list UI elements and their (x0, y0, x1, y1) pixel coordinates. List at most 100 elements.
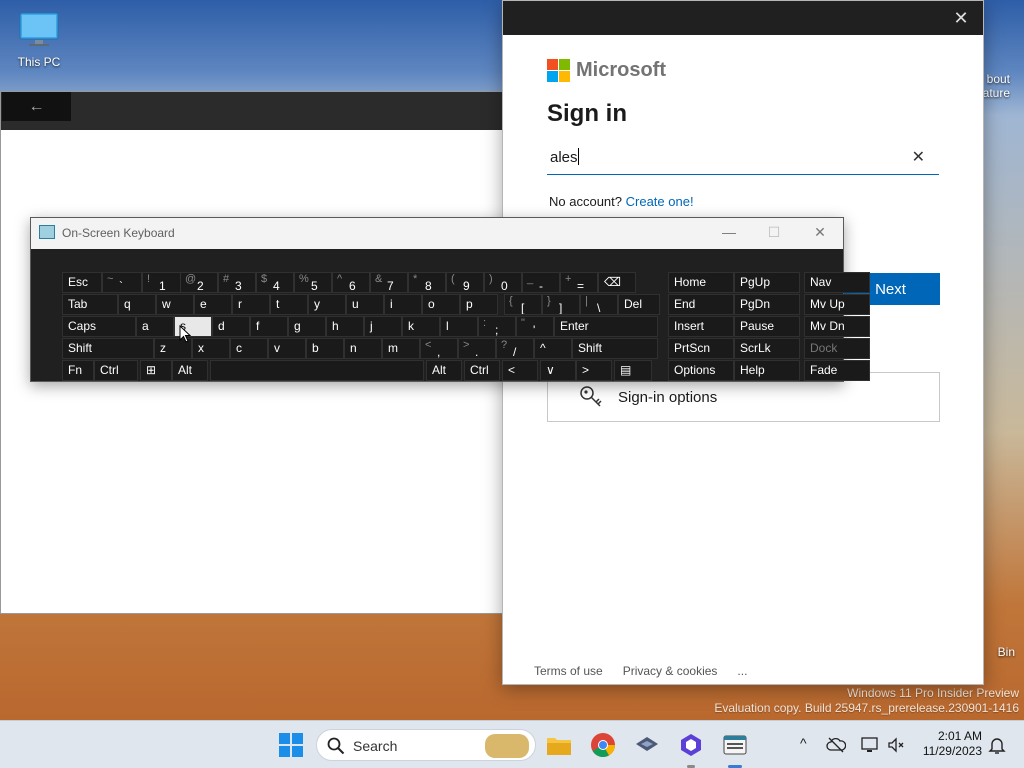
network-icon[interactable] (860, 735, 880, 755)
osk-key[interactable]: Options (668, 360, 734, 381)
osk-key[interactable]: Fn (62, 360, 94, 381)
osk-key[interactable]: PgUp (734, 272, 800, 293)
volume-muted-icon[interactable] (886, 735, 906, 755)
osk-key[interactable]: n (344, 338, 382, 359)
back-button[interactable]: ← (2, 92, 71, 121)
osk-key[interactable]: Del (618, 294, 660, 315)
osk-key[interactable]: >. (458, 338, 496, 359)
osk-key[interactable]: ⊞ (140, 360, 172, 381)
osk-key[interactable]: Shift (62, 338, 154, 359)
osk-key[interactable]: Pause (734, 316, 800, 337)
osk-key[interactable]: e (194, 294, 232, 315)
create-account-link[interactable]: Create one! (626, 194, 694, 209)
notification-bell-icon[interactable] (988, 735, 1006, 755)
osk-key[interactable]: x (192, 338, 230, 359)
osk-key[interactable]: Mv Dn (804, 316, 870, 337)
osk-key[interactable]: _ - (522, 272, 560, 293)
osk-key[interactable]: Dock (804, 338, 870, 359)
osk-key[interactable]: Nav (804, 272, 870, 293)
osk-key[interactable]: l (440, 316, 478, 337)
osk-key[interactable]: Ctrl (94, 360, 138, 381)
osk-key[interactable]: * 8 (408, 272, 446, 293)
osk-key[interactable]: o (422, 294, 460, 315)
osk-key[interactable]: @2 (180, 272, 218, 293)
osk-key[interactable]: c (230, 338, 268, 359)
osk-key[interactable]: Enter (554, 316, 658, 337)
osk-key[interactable]: i (384, 294, 422, 315)
osk-key[interactable]: % 5 (294, 272, 332, 293)
osk-key[interactable]: Home (668, 272, 734, 293)
osk-key[interactable]: + = (560, 272, 598, 293)
osk-key[interactable]: ~ ` (102, 272, 142, 293)
osk-key[interactable] (210, 360, 424, 381)
this-pc-desktop-icon[interactable]: This PC (7, 12, 71, 69)
osk-key[interactable]: }] (542, 294, 580, 315)
osk-key[interactable]: ^ (534, 338, 572, 359)
privacy-link[interactable]: Privacy & cookies (623, 664, 718, 678)
osk-key[interactable]: #3 (218, 272, 256, 293)
maximize-icon[interactable]: ☐ (764, 224, 784, 241)
taskbar-search-box[interactable]: Search (316, 729, 536, 761)
osk-key[interactable]: h (326, 316, 364, 337)
osk-key[interactable]: Mv Up (804, 294, 870, 315)
osk-key[interactable]: $4 (256, 272, 294, 293)
osk-key[interactable]: PgDn (734, 294, 800, 315)
signin-close-button[interactable]: ✕ (949, 6, 973, 30)
osk-key[interactable]: Esc (62, 272, 102, 293)
osk-key[interactable]: | \ (580, 294, 618, 315)
osk-key[interactable]: q (118, 294, 156, 315)
osk-key[interactable]: Insert (668, 316, 734, 337)
osk-key[interactable]: ⌫ (598, 272, 636, 293)
osk-key[interactable]: y (308, 294, 346, 315)
osk-key[interactable]: Caps (62, 316, 136, 337)
taskbar-clock[interactable]: 2:01 AM 11/29/2023 (918, 729, 982, 759)
more-options-button[interactable]: ... (737, 664, 747, 678)
osk-key[interactable]: ▤ (614, 360, 652, 381)
osk-key[interactable]: <, (420, 338, 458, 359)
file-explorer-icon[interactable] (546, 732, 572, 758)
osk-key[interactable]: f (250, 316, 288, 337)
osk-key[interactable]: ) 0 (484, 272, 522, 293)
osk-key[interactable]: Shift (572, 338, 658, 359)
osk-key[interactable]: ^ 6 (332, 272, 370, 293)
osk-key[interactable]: (9 (446, 272, 484, 293)
osk-key[interactable]: Alt (172, 360, 208, 381)
start-windows-icon[interactable] (278, 732, 304, 758)
osk-key[interactable]: " ' (516, 316, 554, 337)
chrome-icon[interactable] (590, 732, 616, 758)
osk-key[interactable]: ! 1 (142, 272, 182, 293)
osk-key[interactable]: p (460, 294, 498, 315)
osk-key[interactable]: ? / (496, 338, 534, 359)
osk-key[interactable]: v (268, 338, 306, 359)
osk-key[interactable]: t (270, 294, 308, 315)
osk-key[interactable]: End (668, 294, 734, 315)
email-input[interactable]: ales ✕ (547, 144, 939, 175)
osk-taskbar-icon[interactable] (722, 732, 748, 758)
osk-key[interactable]: > (576, 360, 612, 381)
osk-key[interactable]: & 7 (370, 272, 408, 293)
osk-key[interactable]: Tab (62, 294, 118, 315)
clear-input-icon[interactable]: ✕ (912, 147, 925, 167)
osk-key[interactable]: j (364, 316, 402, 337)
cloud-offline-icon[interactable] (826, 735, 846, 755)
osk-key[interactable]: :; (478, 316, 516, 337)
osk-key[interactable]: Alt (426, 360, 462, 381)
osk-key[interactable]: ∨ (540, 360, 576, 381)
app-icon[interactable] (634, 732, 660, 758)
osk-key[interactable]: g (288, 316, 326, 337)
osk-close-icon[interactable]: ✕ (810, 224, 830, 241)
osk-key[interactable]: Ctrl (464, 360, 500, 381)
osk-key[interactable]: PrtScn (668, 338, 734, 359)
osk-key[interactable]: m (382, 338, 420, 359)
osk-key[interactable]: d (212, 316, 250, 337)
terms-link[interactable]: Terms of use (534, 664, 603, 678)
osk-key[interactable]: k (402, 316, 440, 337)
tray-chevron-icon[interactable]: ^ (800, 735, 807, 751)
osk-key[interactable]: {[ (504, 294, 542, 315)
osk-key[interactable]: r (232, 294, 270, 315)
osk-key[interactable]: Fade (804, 360, 870, 381)
minimize-icon[interactable]: — (719, 224, 739, 240)
osk-key[interactable]: ScrLk (734, 338, 800, 359)
osk-key[interactable]: b (306, 338, 344, 359)
osk-key[interactable]: < (502, 360, 538, 381)
